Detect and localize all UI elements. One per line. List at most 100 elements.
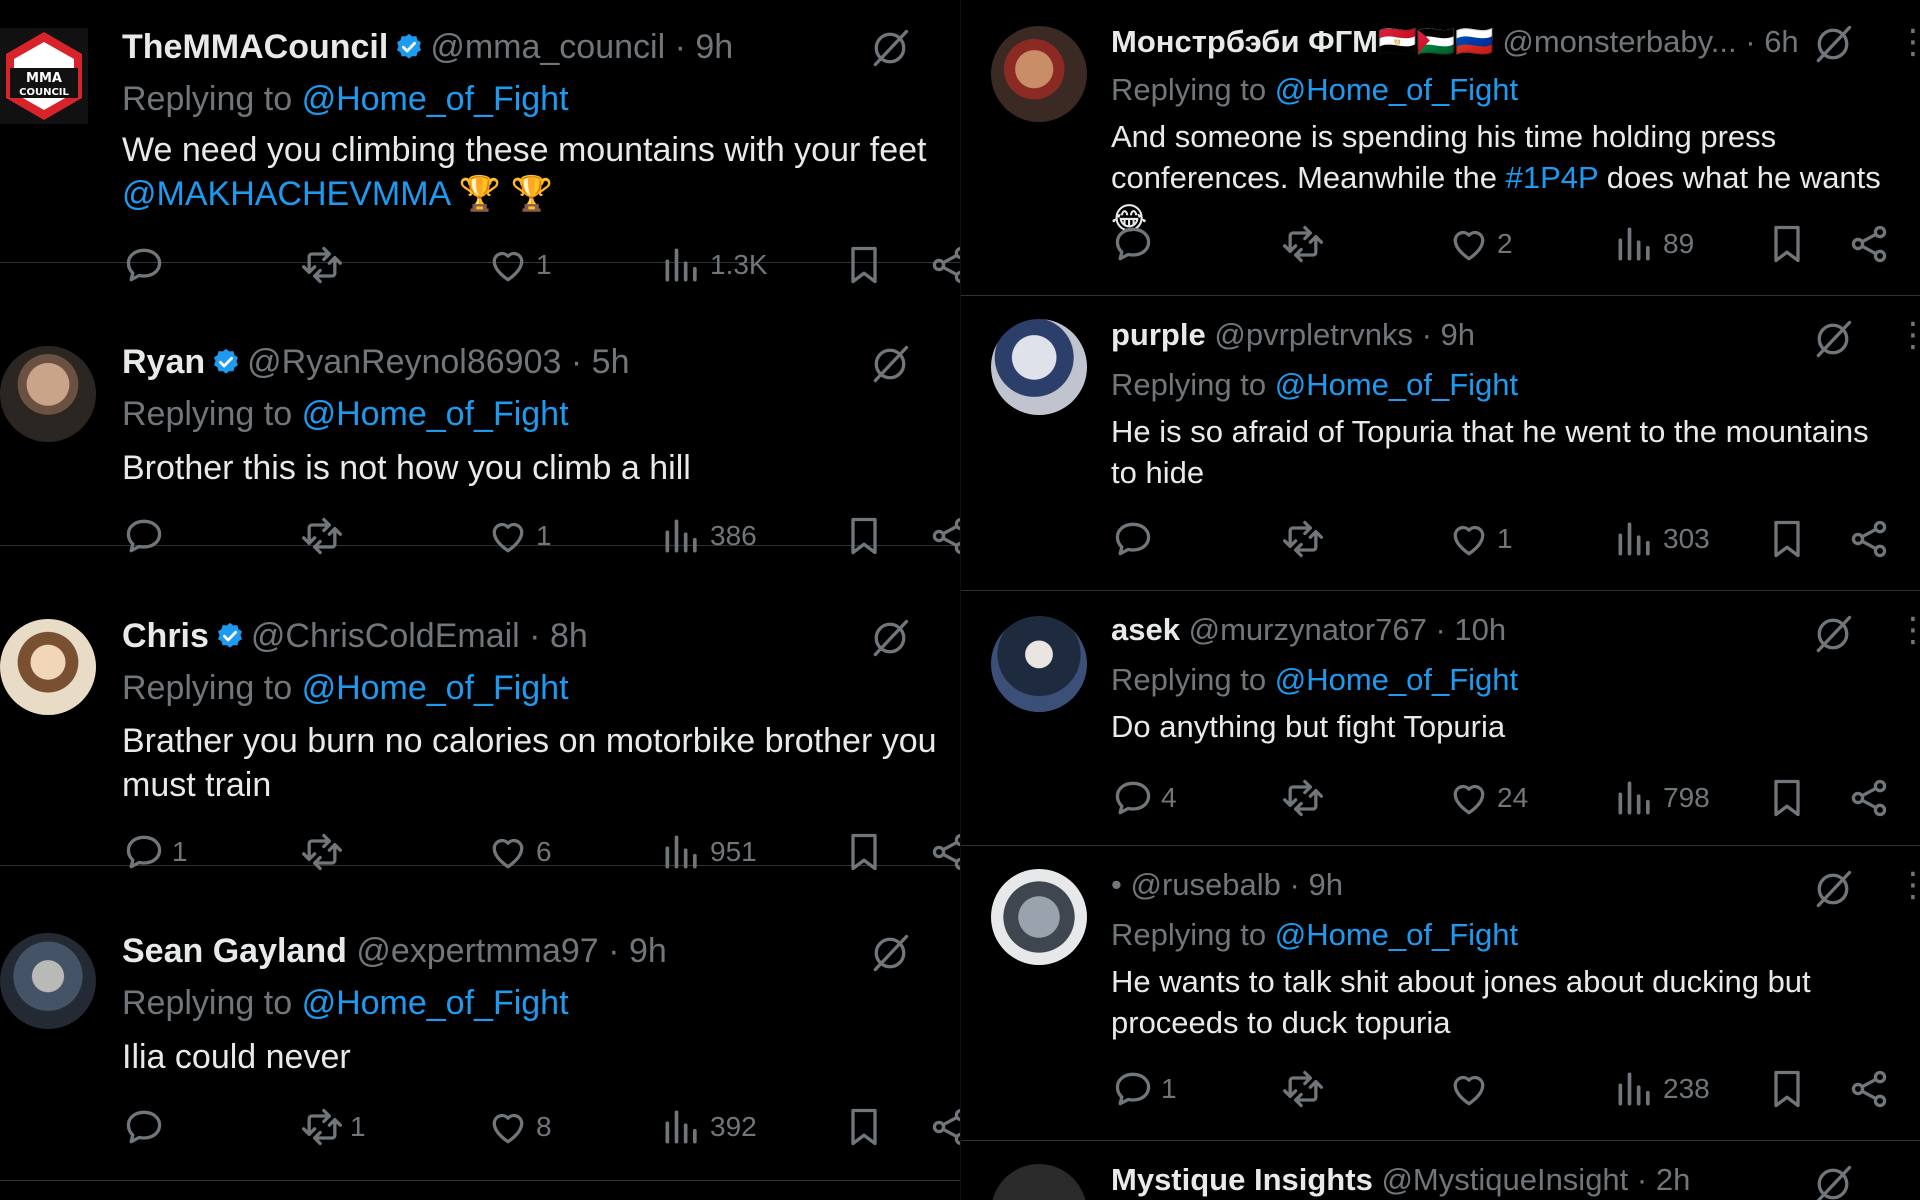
timestamp[interactable]: 10h: [1454, 612, 1506, 647]
handle[interactable]: @rusebalb: [1130, 867, 1280, 902]
tweet-header: Mystique Insights @MystiqueInsight · 2h: [1111, 1160, 1690, 1200]
grok-icon[interactable]: [1811, 1162, 1855, 1200]
display-name[interactable]: purple: [1111, 317, 1206, 352]
avatar[interactable]: [0, 346, 96, 442]
repost-button[interactable]: [1281, 776, 1331, 820]
more-options-icon[interactable]: ⋮: [1896, 865, 1920, 905]
views-button[interactable]: 89: [1613, 222, 1694, 266]
avatar[interactable]: [0, 933, 96, 1029]
views-button[interactable]: 303: [1613, 517, 1710, 561]
repost-icon: [1281, 222, 1325, 266]
timestamp[interactable]: 9h: [629, 932, 667, 970]
reply-button[interactable]: 4: [1111, 776, 1177, 820]
timestamp[interactable]: 9h: [1308, 867, 1342, 902]
display-name[interactable]: Ryan: [122, 343, 205, 381]
handle[interactable]: @MystiqueInsight: [1381, 1162, 1628, 1197]
tweet[interactable]: Sean Gayland @expertmma97 · 9h Replying …: [0, 865, 960, 1200]
like-button[interactable]: 1: [1447, 517, 1513, 561]
handle[interactable]: @monsterbaby...: [1502, 24, 1736, 59]
hashtag-link[interactable]: #1P4P: [1506, 160, 1599, 195]
share-button[interactable]: [1847, 776, 1891, 820]
views-button[interactable]: 238: [1613, 1067, 1710, 1111]
avatar[interactable]: [991, 616, 1087, 712]
share-button[interactable]: [1847, 222, 1891, 266]
more-options-icon[interactable]: ⋮: [1896, 22, 1920, 62]
tweet[interactable]: Ryan @RyanReynol86903 · 5h Replying to @H…: [0, 262, 960, 546]
grok-icon[interactable]: [1811, 612, 1855, 656]
more-options-icon[interactable]: ⋮: [1896, 610, 1920, 650]
replying-to-link[interactable]: @Home_of_Fight: [1275, 917, 1518, 952]
bookmark-button[interactable]: [1765, 776, 1809, 820]
timestamp[interactable]: 8h: [550, 617, 588, 655]
bookmark-button[interactable]: [1765, 1067, 1809, 1111]
grok-icon[interactable]: [868, 342, 912, 386]
reply-button[interactable]: [1111, 517, 1161, 561]
repost-button[interactable]: 1: [300, 1105, 366, 1149]
timestamp[interactable]: 2h: [1656, 1162, 1690, 1197]
replying-to-link[interactable]: @Home_of_Fight: [1275, 367, 1518, 402]
display-name[interactable]: •: [1111, 867, 1122, 902]
avatar[interactable]: [991, 1164, 1087, 1200]
display-name[interactable]: TheMMACouncil: [122, 28, 388, 66]
views-button[interactable]: 392: [660, 1105, 757, 1149]
more-options-icon[interactable]: ⋮: [1896, 315, 1920, 355]
share-button[interactable]: [928, 1105, 960, 1149]
reply-button[interactable]: [122, 1105, 172, 1149]
share-button[interactable]: [1847, 1067, 1891, 1111]
grok-icon[interactable]: [1811, 317, 1855, 361]
timestamp[interactable]: 9h: [695, 28, 733, 66]
timestamp[interactable]: 5h: [592, 343, 630, 381]
display-name[interactable]: Mystique Insights: [1111, 1162, 1373, 1197]
tweet[interactable]: Монстрбэби ФГМ🇪🇬🇵🇸🇷🇺 @monsterbaby... · 6…: [961, 0, 1920, 296]
bookmark-button[interactable]: [1765, 222, 1809, 266]
like-button[interactable]: 24: [1447, 776, 1528, 820]
like-button[interactable]: 8: [486, 1105, 552, 1149]
reply-button[interactable]: [1111, 222, 1161, 266]
repost-button[interactable]: [1281, 222, 1331, 266]
replying-to-link[interactable]: @Home_of_Fight: [302, 80, 569, 118]
replying-to-link[interactable]: @Home_of_Fight: [302, 984, 569, 1022]
grok-icon[interactable]: [1811, 867, 1855, 911]
handle[interactable]: @expertmma97: [356, 932, 598, 970]
replying-to-link[interactable]: @Home_of_Fight: [1275, 662, 1518, 697]
bookmark-button[interactable]: [842, 1105, 886, 1149]
handle[interactable]: @RyanReynol86903: [247, 343, 561, 381]
bookmark-button[interactable]: [1765, 517, 1809, 561]
like-button[interactable]: [1447, 1067, 1497, 1111]
grok-icon[interactable]: [868, 26, 912, 70]
handle[interactable]: @mma_council: [430, 28, 665, 66]
grok-icon[interactable]: [868, 616, 912, 660]
replying-to-link[interactable]: @Home_of_Fight: [1275, 72, 1518, 107]
share-button[interactable]: [1847, 517, 1891, 561]
grok-icon[interactable]: [868, 931, 912, 975]
timestamp[interactable]: 6h: [1764, 24, 1798, 59]
replying-to-link[interactable]: @Home_of_Fight: [302, 395, 569, 433]
display-name[interactable]: Sean Gayland: [122, 932, 347, 970]
handle[interactable]: @ChrisColdEmail: [251, 617, 520, 655]
tweet[interactable]: asek @murzynator767 · 10h ⋮ Replying to …: [961, 590, 1920, 846]
replying-to-link[interactable]: @Home_of_Fight: [302, 669, 569, 707]
repost-button[interactable]: [1281, 1067, 1331, 1111]
avatar[interactable]: [0, 619, 96, 715]
repost-button[interactable]: [1281, 517, 1331, 561]
display-name[interactable]: Монстрбэби ФГМ: [1111, 24, 1378, 59]
avatar[interactable]: [991, 319, 1087, 415]
tweet[interactable]: Chris @ChrisColdEmail · 8h Replying to @H…: [0, 545, 960, 866]
tweet[interactable]: purple @pvrpletrvnks · 9h ⋮ Replying to …: [961, 295, 1920, 591]
handle[interactable]: @murzynator767: [1189, 612, 1427, 647]
display-name[interactable]: asek: [1111, 612, 1180, 647]
mention-link[interactable]: @MAKHACHEVMMA: [122, 175, 449, 213]
tweet[interactable]: MMA COUNCIL TheMMACouncil @mma_council · …: [0, 0, 960, 263]
avatar[interactable]: [991, 869, 1087, 965]
avatar[interactable]: MMA COUNCIL: [0, 28, 88, 124]
handle[interactable]: @pvrpletrvnks: [1214, 317, 1413, 352]
grok-icon[interactable]: [1811, 22, 1855, 66]
tweet[interactable]: Mystique Insights @MystiqueInsight · 2h: [961, 1140, 1920, 1200]
timestamp[interactable]: 9h: [1441, 317, 1475, 352]
views-button[interactable]: 798: [1613, 776, 1710, 820]
avatar[interactable]: [991, 26, 1087, 122]
reply-button[interactable]: 1: [1111, 1067, 1177, 1111]
display-name[interactable]: Chris: [122, 617, 209, 655]
tweet[interactable]: • @rusebalb · 9h ⋮ Replying to @Home_of_…: [961, 845, 1920, 1141]
like-button[interactable]: 2: [1447, 222, 1513, 266]
